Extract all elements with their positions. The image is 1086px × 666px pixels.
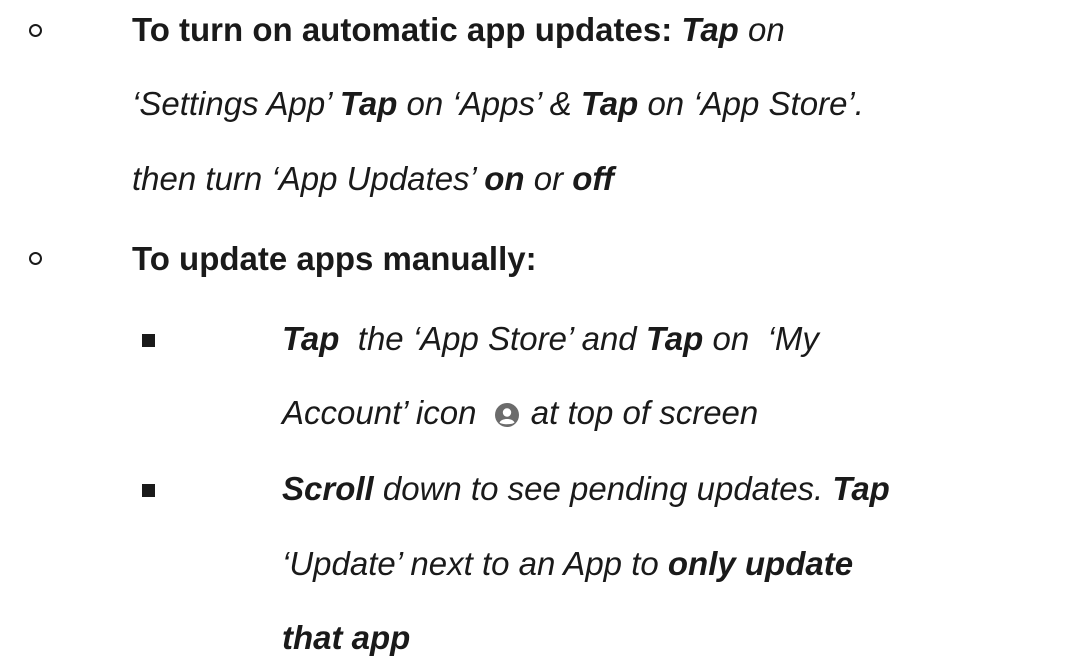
square-bullet-1 bbox=[142, 334, 155, 347]
section1-line1: To turn on automatic app updates: Tap on bbox=[132, 10, 785, 50]
item2-line2: ‘Update’ next to an App to only update bbox=[282, 544, 853, 584]
circle-bullet-1 bbox=[29, 24, 42, 37]
account-circle-icon bbox=[494, 397, 520, 437]
scroll-keyword: Scroll bbox=[282, 470, 374, 507]
text-span: Account’ icon bbox=[282, 394, 486, 431]
that-app-keyword: that app bbox=[282, 619, 411, 656]
square-bullet-2 bbox=[142, 484, 155, 497]
text-span: at top of screen bbox=[521, 394, 759, 431]
tap-keyword: Tap bbox=[282, 320, 340, 357]
section1-line2: ‘Settings App’ Tap on ‘Apps’ & Tap on ‘A… bbox=[132, 84, 864, 124]
text-span: or bbox=[524, 160, 573, 197]
section2-heading: To update apps manually: bbox=[132, 240, 537, 277]
tap-keyword: Tap bbox=[580, 85, 639, 122]
tap-keyword: Tap bbox=[681, 11, 739, 48]
text-span: down to see pending updates. bbox=[373, 470, 833, 507]
item2-line1: Scroll down to see pending updates. Tap bbox=[282, 469, 890, 509]
text-span: ‘Update’ next to an App to bbox=[282, 545, 668, 582]
tap-keyword: Tap bbox=[645, 320, 704, 357]
tap-keyword: Tap bbox=[832, 470, 890, 507]
section1-heading: To turn on automatic app updates: bbox=[132, 11, 673, 48]
text-span: on bbox=[738, 11, 785, 48]
section1-line3: then turn ‘App Updates’ on or off bbox=[132, 159, 614, 199]
only-update-keyword: only update bbox=[667, 545, 854, 582]
item2-line3: that app bbox=[282, 618, 410, 658]
text-span: the ‘App Store’ and bbox=[339, 320, 646, 357]
item1-line1: Tap the ‘App Store’ and Tap on ‘My bbox=[282, 319, 819, 359]
tap-keyword: Tap bbox=[339, 85, 398, 122]
circle-bullet-2 bbox=[29, 252, 42, 265]
text-span: on ‘App Store’. bbox=[638, 85, 864, 122]
text-span: then turn ‘App Updates’ bbox=[132, 160, 485, 197]
text-span: on ‘Apps’ & bbox=[397, 85, 581, 122]
on-keyword: on bbox=[484, 160, 525, 197]
text-span: on ‘My bbox=[703, 320, 819, 357]
text-span: ‘Settings App’ bbox=[132, 85, 340, 122]
section2-heading-line: To update apps manually: bbox=[132, 239, 537, 279]
off-keyword: off bbox=[572, 160, 614, 197]
item1-line2: Account’ icon at top of screen bbox=[282, 393, 758, 437]
